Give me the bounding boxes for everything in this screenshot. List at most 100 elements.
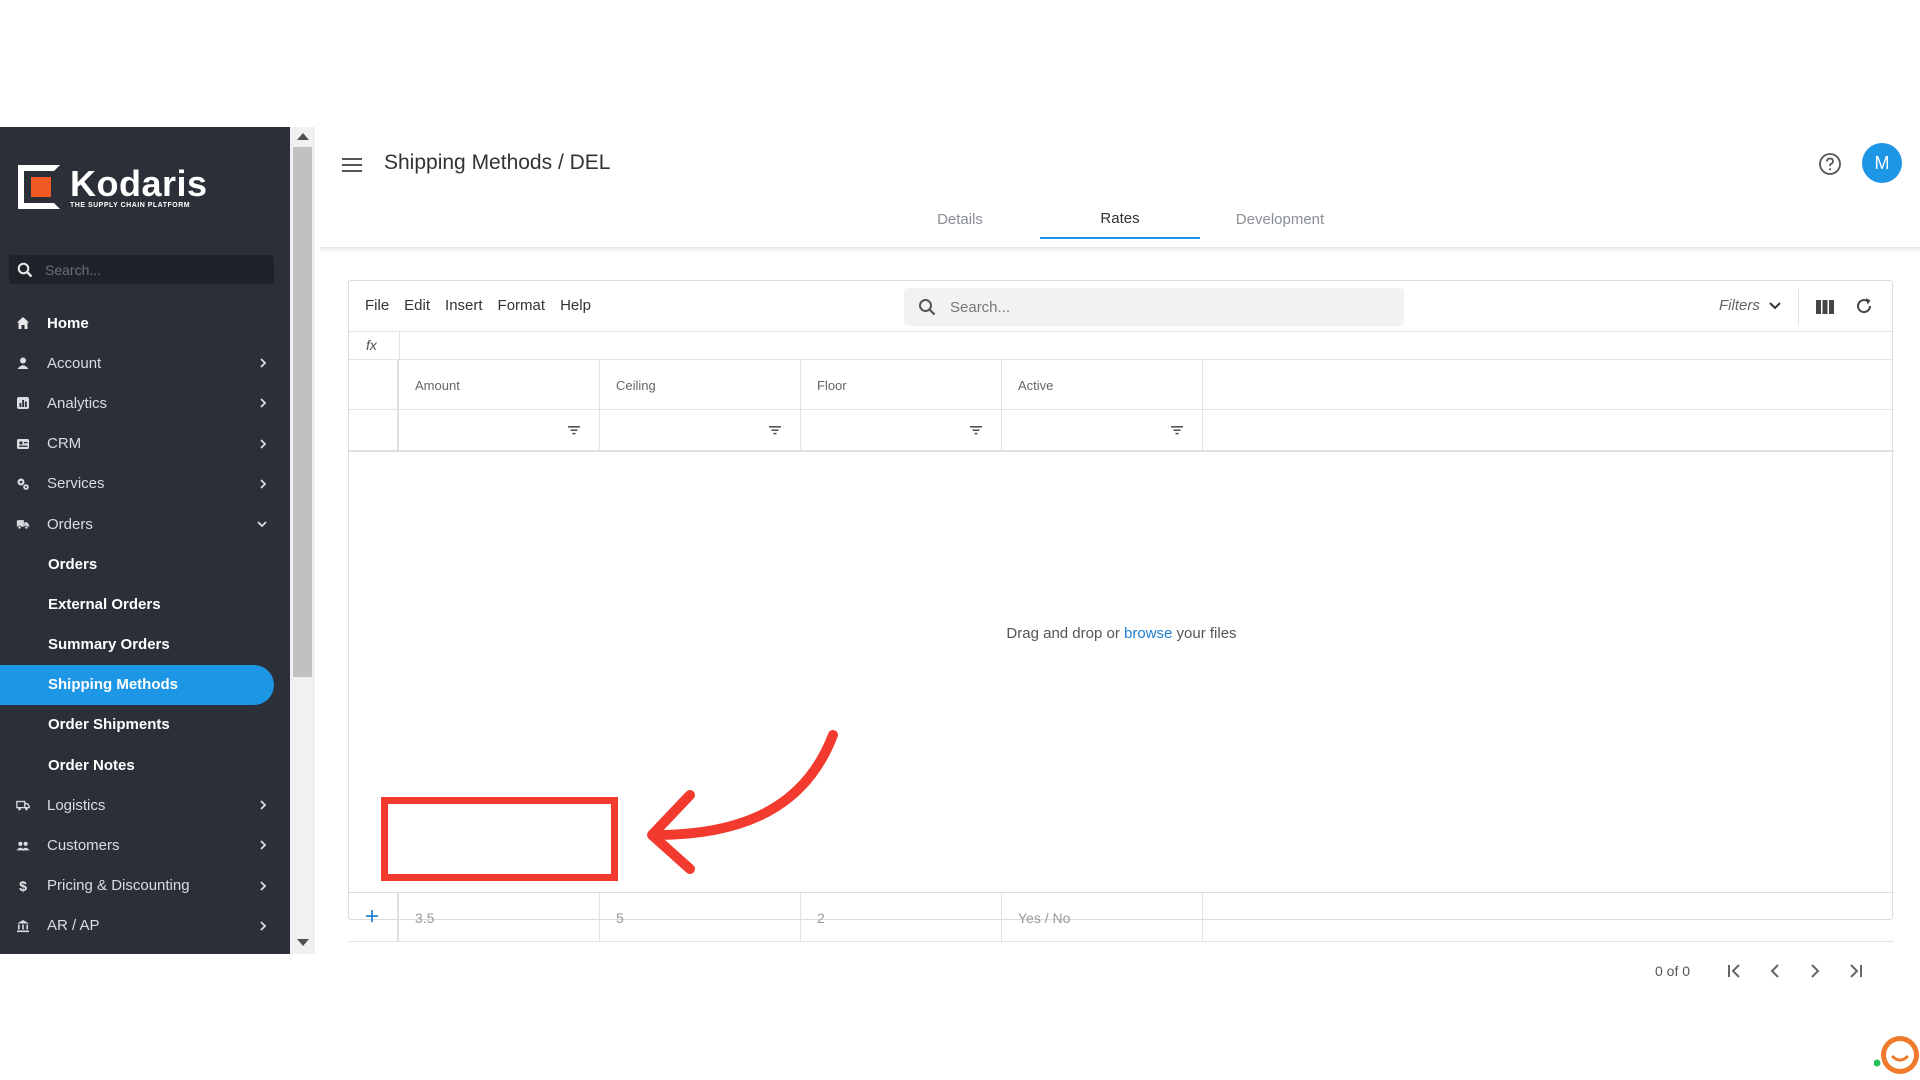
formula-label: fx — [366, 337, 377, 353]
annotation-highlight-box — [381, 797, 618, 881]
add-row-button[interactable]: + — [349, 893, 399, 941]
sidebar-item-label: Orders — [47, 515, 93, 533]
column-header-floor[interactable]: Floor — [801, 360, 1002, 409]
scroll-down-icon[interactable] — [297, 939, 309, 946]
filters-label: Filters — [1719, 297, 1760, 314]
grid-search-placeholder: Search... — [950, 298, 1011, 316]
menu-insert[interactable]: Insert — [445, 297, 483, 314]
filter-icon[interactable] — [567, 425, 581, 435]
sidebar-item-account[interactable]: Account — [0, 343, 290, 383]
sidebar-item-label: Analytics — [47, 394, 108, 412]
sidebar-item-customers[interactable]: Customers — [0, 825, 290, 865]
users-icon — [16, 839, 30, 853]
sidebar-subitem-label: Order Shipments — [48, 716, 170, 734]
next-page-icon[interactable] — [1804, 960, 1826, 982]
column-header-label: Ceiling — [616, 378, 656, 393]
sidebar-subitem-orders[interactable]: Orders — [0, 544, 290, 584]
chevron-right-icon — [260, 921, 267, 931]
sidebar-item-orders[interactable]: Orders — [0, 504, 290, 544]
menu-help[interactable]: Help — [560, 297, 591, 314]
column-header-row: Amount Ceiling Floor Active — [349, 360, 1894, 410]
column-header-amount[interactable]: Amount — [399, 360, 600, 409]
tab-development[interactable]: Development — [1200, 199, 1360, 239]
chevron-right-icon — [260, 880, 267, 891]
menu-file[interactable]: File — [365, 297, 389, 314]
new-row: + 3.5 5 2 Yes / No — [349, 892, 1894, 942]
cell-value: 5 — [616, 910, 624, 926]
refresh-icon[interactable] — [1854, 296, 1874, 316]
first-page-icon[interactable] — [1724, 960, 1746, 982]
record-count: 0 of 0 — [1655, 963, 1691, 979]
pagination: 0 of 0 — [349, 942, 1894, 1000]
tab-details[interactable]: Details — [880, 199, 1040, 239]
sidebar-item-label: Services — [47, 475, 105, 493]
sidebar-item-label: Logistics — [47, 796, 106, 814]
avatar[interactable]: M — [1862, 143, 1902, 183]
chart-icon — [16, 396, 30, 410]
column-filter-ceiling[interactable] — [600, 410, 801, 450]
filter-icon[interactable] — [768, 425, 782, 435]
app-window: Kodaris THE SUPPLY CHAIN PLATFORM Search… — [0, 127, 1920, 1074]
column-filter-active[interactable] — [1002, 410, 1203, 450]
new-row-ceiling-input[interactable]: 5 — [600, 893, 801, 941]
sidebar-item-ar-ap[interactable]: AR / AP — [0, 906, 290, 946]
filter-icon[interactable] — [1170, 425, 1184, 435]
gears-icon — [16, 477, 30, 491]
menu-format[interactable]: Format — [498, 297, 546, 314]
chat-support-icon[interactable] — [1874, 1033, 1920, 1079]
column-header-active[interactable]: Active — [1002, 360, 1203, 409]
contact-card-icon — [16, 437, 30, 451]
sidebar-subitem-label: Orders — [48, 555, 98, 573]
drop-zone-text-end: your files — [1176, 624, 1237, 642]
new-row-amount-input[interactable]: 3.5 — [399, 893, 600, 941]
page-title: Shipping Methods / DEL — [384, 151, 611, 174]
menu-edit[interactable]: Edit — [404, 297, 430, 314]
bank-icon — [16, 919, 30, 933]
sidebar-subitem-shipping-methods[interactable]: Shipping Methods — [0, 664, 274, 705]
toolbar-divider — [1798, 289, 1799, 325]
sidebar-item-label: Pricing & Discounting — [47, 877, 190, 895]
previous-page-icon[interactable] — [1764, 960, 1786, 982]
sidebar-item-logistics[interactable]: Logistics — [0, 785, 290, 825]
hamburger-menu-icon[interactable] — [342, 157, 362, 173]
last-page-icon[interactable] — [1844, 960, 1866, 982]
sidebar-item-analytics[interactable]: Analytics — [0, 383, 290, 423]
scroll-up-icon[interactable] — [297, 133, 309, 140]
formula-bar[interactable]: fx — [349, 332, 1892, 360]
column-header-ceiling[interactable]: Ceiling — [600, 360, 801, 409]
sidebar-subitem-order-shipments[interactable]: Order Shipments — [0, 705, 290, 745]
column-filter-floor[interactable] — [801, 410, 1002, 450]
file-drop-zone[interactable]: Drag and drop or browse your files — [349, 454, 1894, 812]
sidebar: Kodaris THE SUPPLY CHAIN PLATFORM Search… — [0, 127, 290, 954]
logo-tagline: THE SUPPLY CHAIN PLATFORM — [70, 201, 191, 209]
sidebar-item-home[interactable]: Home — [0, 303, 290, 343]
columns-icon[interactable] — [1815, 298, 1835, 316]
filter-icon[interactable] — [969, 425, 983, 435]
column-header-label: Floor — [817, 378, 847, 393]
sidebar-item-label: AR / AP — [47, 917, 100, 935]
sidebar-subitem-order-notes[interactable]: Order Notes — [0, 745, 290, 785]
new-row-floor-input[interactable]: 2 — [801, 893, 1002, 941]
sidebar-subitem-external-orders[interactable]: External Orders — [0, 584, 290, 624]
sidebar-item-pricing-discounting[interactable]: $ Pricing & Discounting — [0, 866, 290, 906]
help-icon[interactable] — [1818, 152, 1842, 176]
logo-name: Kodaris — [70, 162, 208, 204]
sidebar-search-input[interactable]: Search... — [9, 255, 274, 284]
tab-bar: Details Rates Development — [880, 199, 1360, 239]
sidebar-search-placeholder: Search... — [45, 261, 102, 278]
filters-dropdown[interactable]: Filters — [1719, 297, 1782, 314]
search-icon — [17, 262, 33, 277]
sidebar-item-crm[interactable]: CRM — [0, 424, 290, 464]
sidebar-item-services[interactable]: Services — [0, 464, 290, 504]
tab-rates[interactable]: Rates — [1040, 199, 1200, 239]
grid-search-input[interactable]: Search... — [904, 288, 1404, 326]
column-filter-amount[interactable] — [399, 410, 600, 450]
sidebar-subitem-summary-orders[interactable]: Summary Orders — [0, 625, 290, 665]
browse-link[interactable]: browse — [1124, 625, 1172, 642]
cell-value: Yes / No — [1018, 910, 1071, 926]
new-row-active-input[interactable]: Yes / No — [1002, 893, 1203, 941]
scrollbar-thumb[interactable] — [293, 147, 312, 677]
kodaris-logo[interactable]: Kodaris THE SUPPLY CHAIN PLATFORM — [18, 162, 208, 212]
sidebar-scrollbar[interactable] — [290, 127, 315, 954]
chevron-right-icon — [260, 479, 267, 489]
